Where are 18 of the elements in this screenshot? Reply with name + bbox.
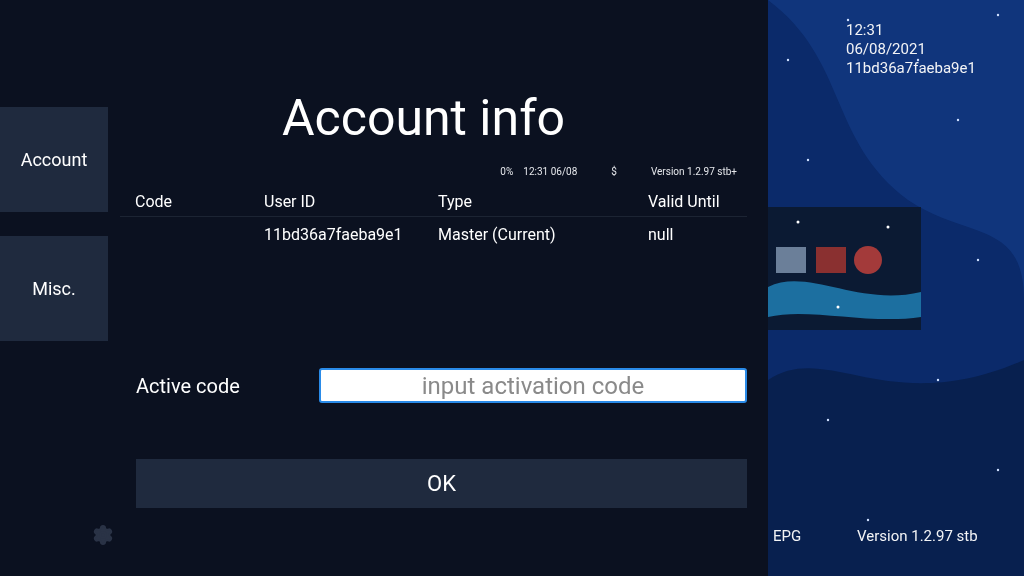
column-header: Valid Until [648, 191, 720, 211]
sidebar-tab[interactable]: Account [0, 107, 108, 212]
ok-button[interactable]: OK [136, 459, 747, 508]
version-label: Version 1.2.97 stb+ [650, 165, 737, 179]
table-cell: null [648, 225, 674, 244]
settings-icon[interactable] [92, 524, 114, 546]
activation-code-field[interactable]: input activation code [319, 368, 747, 403]
column-header: Code [135, 191, 173, 211]
page-title: Account info [281, 88, 566, 148]
table-cell: 11bd36a7faeba9e1 [264, 225, 403, 244]
active-code-label: Active code [136, 372, 241, 400]
status-datetime: 12:31 06/08 [523, 165, 578, 179]
table-cell: Master (Current) [438, 225, 556, 244]
sidebar-tab[interactable]: Misc. [0, 236, 108, 341]
progress-percent: 0% [500, 165, 514, 179]
currency-symbol: $ [611, 165, 617, 179]
column-header: Type [438, 191, 473, 211]
column-header: User ID [264, 191, 316, 211]
